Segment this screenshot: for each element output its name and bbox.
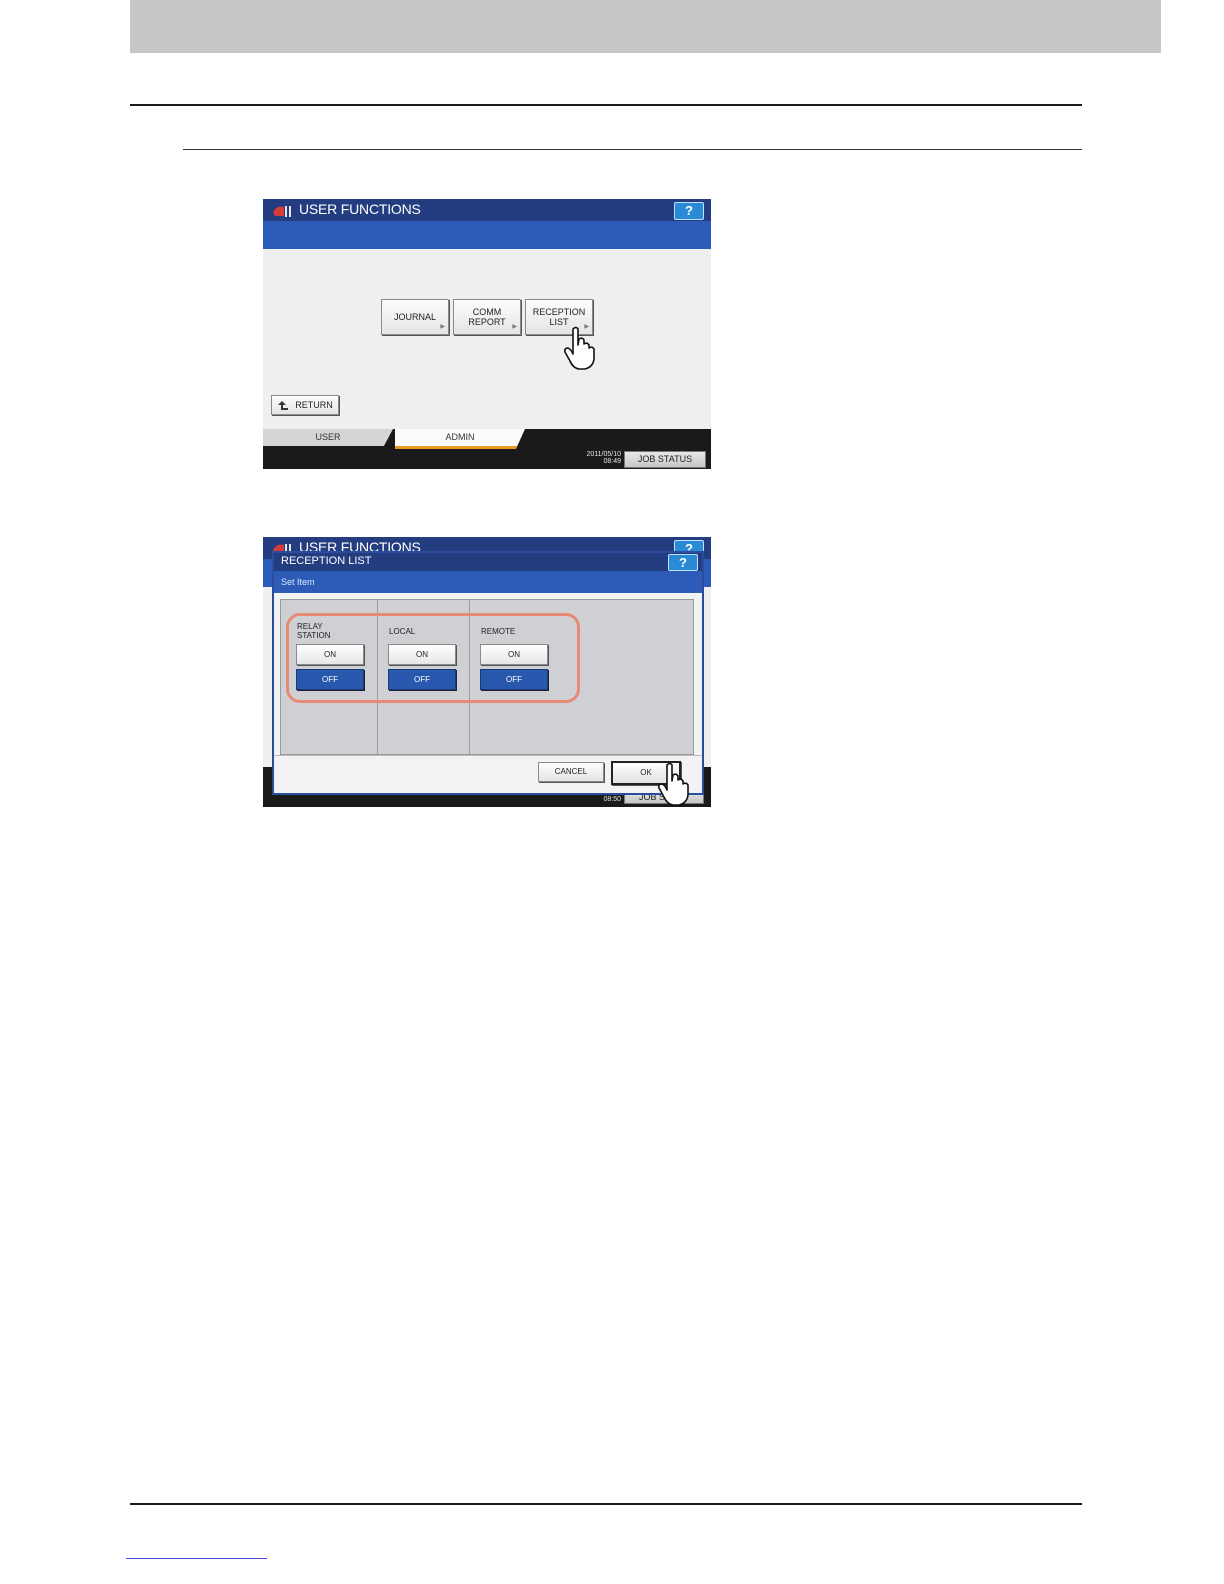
- dialog-footer: CANCEL OK: [274, 755, 702, 792]
- dialog-subtitle: Set Item: [281, 577, 315, 587]
- arrow-right-icon: ▶: [512, 324, 517, 330]
- return-label: RETURN: [295, 400, 333, 410]
- help-button[interactable]: ?: [674, 202, 704, 220]
- job-status-button[interactable]: JOB STATUS: [624, 451, 706, 468]
- tab-admin[interactable]: ADMIN: [395, 429, 525, 449]
- reception-list-label: RECEPTION LIST: [532, 307, 586, 327]
- screen-title: USER FUNCTIONS: [299, 201, 421, 217]
- time-text: 08:50: [603, 796, 621, 803]
- journal-button[interactable]: JOURNAL ▶: [381, 299, 449, 335]
- content-area: JOURNAL ▶ COMM REPORT ▶ RECEPTION LIST ▶ R…: [263, 249, 711, 429]
- sub-bar: [263, 221, 711, 249]
- title-bar: USER FUNCTIONS ?: [263, 199, 711, 221]
- pointing-hand-icon: [563, 326, 595, 370]
- date-text: 2011/05/10: [586, 451, 621, 458]
- section-rule: [130, 104, 1082, 106]
- cancel-label: CANCEL: [554, 767, 588, 776]
- tab-user[interactable]: USER: [263, 429, 393, 446]
- date-time: 2011/05/10 08:49: [563, 451, 621, 465]
- status-bar: 2011/05/10 08:49 JOB STATUS: [263, 449, 711, 469]
- subsection-rule: [183, 149, 1082, 150]
- dialog-title-bar: RECEPTION LIST ?: [274, 553, 702, 571]
- ok-label: OK: [640, 768, 652, 777]
- tab-bar: USER ADMIN: [263, 429, 711, 449]
- dialog-help-button[interactable]: ?: [668, 554, 698, 571]
- comm-report-button[interactable]: COMM REPORT ▶: [453, 299, 521, 335]
- dialog-title: RECEPTION LIST: [281, 555, 372, 567]
- time-text: 08:49: [603, 458, 621, 465]
- footer-rule: [130, 1503, 1082, 1505]
- return-arrow-icon: [278, 400, 289, 410]
- return-button[interactable]: RETURN: [271, 395, 339, 415]
- settings-highlight: [286, 613, 580, 703]
- page-header-bar: [130, 0, 1161, 53]
- footer-link-underline: [126, 1558, 267, 1559]
- settings-panel: RELAY STATION ON OFF LOCAL ON OFF REMOTE…: [280, 599, 694, 755]
- journal-label: JOURNAL: [393, 312, 436, 322]
- reception-list-screen: USER FUNCTIONS ? 08:50 JOB S RECEPTION L…: [263, 537, 711, 807]
- pointing-hand-icon: [657, 762, 689, 806]
- user-functions-screen: USER FUNCTIONS ? JOURNAL ▶ COMM REPORT ▶ …: [263, 199, 711, 469]
- cancel-button[interactable]: CANCEL: [538, 762, 604, 782]
- reception-list-dialog: RECEPTION LIST ? Set Item RELAY STATION …: [272, 551, 704, 795]
- dialog-subtitle-bar: Set Item: [274, 571, 702, 593]
- comm-report-label: COMM REPORT: [468, 307, 506, 327]
- user-functions-icon: [273, 206, 291, 217]
- arrow-right-icon: ▶: [440, 324, 445, 330]
